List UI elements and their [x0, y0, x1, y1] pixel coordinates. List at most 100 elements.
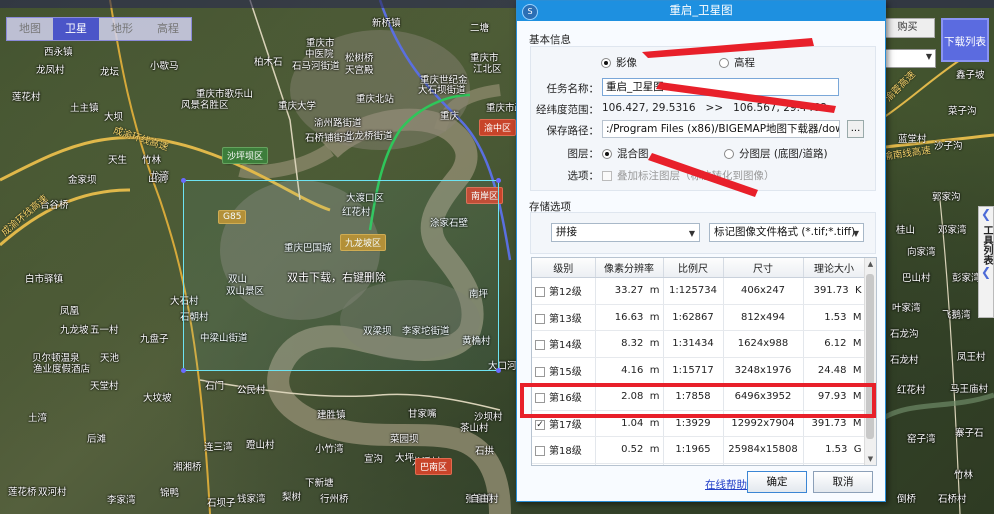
place-label: 向家湾 — [907, 247, 936, 258]
tool-list-label: 工具列表 — [981, 225, 992, 265]
table-scrollbar[interactable]: ▲ ▼ — [864, 258, 876, 465]
top-right-select[interactable] — [880, 49, 936, 68]
selection-handle-tr[interactable] — [496, 178, 501, 183]
level-label: 第14级 — [549, 340, 582, 352]
place-label: 石龙沟 — [890, 329, 919, 340]
scroll-up-icon[interactable]: ▲ — [865, 258, 876, 270]
task-name-input[interactable]: 重启_卫星图 — [602, 78, 839, 96]
place-label: 凤凰 — [60, 306, 80, 317]
map-type-map-button[interactable]: 地图 — [7, 18, 53, 40]
cancel-button[interactable]: 取消 — [813, 471, 873, 493]
resolution-cell: 0.52 m — [595, 436, 664, 464]
checkbox-checked-icon[interactable]: ✓ — [535, 419, 545, 430]
map-type-switcher: 地图 卫星 地形 高程 — [6, 17, 192, 41]
checkbox-unchecked-icon[interactable] — [535, 313, 545, 324]
place-label: 双河村 — [38, 487, 67, 498]
level-17-highlight-box — [520, 383, 876, 418]
purchase-button[interactable]: 购买 — [880, 18, 935, 38]
col-header-theory-size[interactable]: 理论大小 — [803, 258, 866, 278]
map-type-terrain-button[interactable]: 地形 — [99, 18, 145, 40]
overlay-labels-checkbox[interactable]: 叠加标注图层（标注转化到图像） — [602, 168, 775, 183]
place-label: 小歇马 — [150, 61, 179, 72]
layer-mixed-radio[interactable]: 混合图 — [602, 146, 649, 161]
level-cell[interactable]: 第12级 — [532, 277, 596, 305]
table-row[interactable]: 第15级 4.16 m 1:15717 3248x1976 24.48 M — [532, 357, 866, 384]
selection-handle-br[interactable] — [496, 368, 501, 373]
theory-size-cell: 6.12 M — [803, 330, 866, 358]
level-cell[interactable]: 第14级 — [532, 330, 596, 358]
table-row[interactable]: 第19级0.26 m1:98251968x316166.12 G — [532, 463, 866, 465]
level-cell[interactable]: 第19级 — [532, 463, 596, 465]
scroll-down-icon[interactable]: ▼ — [865, 453, 876, 465]
place-label: 石拱 — [475, 446, 495, 457]
col-header-resolution[interactable]: 像素分辨率 — [595, 258, 664, 278]
radio-unselected-icon — [719, 57, 729, 68]
place-label: 天宫殿 — [345, 65, 374, 76]
resolution-cell: 8.32 m — [595, 330, 664, 358]
place-label: 金家坝 — [68, 175, 97, 186]
place-label: 石门 — [205, 381, 225, 392]
selection-hint: 双击下载，右键删除 — [287, 271, 386, 284]
checkbox-unchecked-icon[interactable] — [535, 446, 545, 457]
map-type-satellite-button[interactable]: 卫星 — [53, 18, 99, 40]
resolution-unit: m — [649, 444, 660, 456]
place-label: 自由村 — [470, 494, 499, 505]
theory-size-cell: 6.12 G — [803, 463, 866, 465]
col-header-level[interactable]: 级别 — [532, 258, 596, 278]
place-label: 菜园坝 — [390, 434, 419, 445]
table-row[interactable]: 第12级 33.27 m 1:125734 406x247 391.73 K — [532, 277, 866, 305]
place-label: 竹林 — [954, 470, 974, 481]
table-row[interactable]: 第18级 0.52 m 1:1965 25984x15808 1.53 G — [532, 436, 866, 464]
place-label: 行州桥 — [320, 494, 349, 505]
level-cell[interactable]: 第15级 — [532, 357, 596, 384]
resolution-value: 1.04 — [621, 417, 644, 429]
level-cell[interactable]: 第18级 — [532, 436, 596, 464]
layer-split-label: 分图层 (底图/道路) — [739, 148, 828, 160]
table-row[interactable]: 第14级 8.32 m 1:31434 1624x988 6.12 M — [532, 330, 866, 358]
place-label: 钱家湾 — [237, 494, 266, 505]
zoom-level-rows: 第12级 33.27 m 1:125734 406x247 391.73 K 第13级 16… — [532, 277, 866, 465]
resolution-value: 16.63 — [614, 311, 644, 323]
theory-size-unit: M — [852, 311, 862, 323]
selection-handle-tl[interactable] — [181, 178, 186, 183]
online-help-link[interactable]: 在线帮助 — [705, 477, 747, 492]
checkbox-unchecked-icon[interactable] — [535, 340, 545, 351]
checkbox-unchecked-icon[interactable] — [535, 366, 545, 377]
type-image-label: 影像 — [616, 57, 637, 69]
place-label: 土湾 — [28, 413, 48, 424]
size-cell: 1624x988 — [723, 330, 804, 358]
save-path-input[interactable]: :/Program Files (x86)/BIGEMAP地图下载器/downl… — [602, 120, 840, 138]
place-label: 石桥村 — [938, 494, 967, 505]
theory-size-value: 24.48 — [817, 364, 847, 376]
extent-label: 经纬度范围： — [536, 104, 599, 116]
tool-list-tab[interactable]: ❮ 工具列表 ❮ — [978, 206, 994, 318]
selection-handle-bl[interactable] — [181, 368, 186, 373]
basic-info-heading: 基本信息 — [529, 34, 571, 46]
district-badge: 沙坪坝区 — [222, 147, 269, 164]
type-image-radio[interactable]: 影像 — [601, 55, 637, 70]
table-row[interactable]: 第13级 16.63 m 1:62867 812x494 1.53 M — [532, 304, 866, 331]
dialog-titlebar[interactable]: S 重启_卫星图 — [517, 1, 885, 21]
browse-button[interactable]: ... — [847, 120, 864, 138]
resolution-cell: 4.16 m — [595, 357, 664, 384]
level-cell[interactable]: 第13级 — [532, 304, 596, 331]
task-name-label: 任务名称： — [546, 83, 600, 95]
col-header-size[interactable]: 尺寸 — [723, 258, 804, 278]
place-label: 甘家嘴 — [408, 409, 437, 420]
map-type-elevation-button[interactable]: 高程 — [145, 18, 191, 40]
ok-button[interactable]: 确定 — [747, 471, 807, 493]
type-elevation-radio[interactable]: 高程 — [719, 55, 755, 70]
checkbox-unchecked-icon[interactable] — [535, 287, 545, 298]
layer-split-radio[interactable]: 分图层 (底图/道路) — [724, 146, 828, 161]
dialog-title: 重启_卫星图 — [669, 3, 733, 17]
storage-format-select[interactable]: 标记图像文件格式 (*.tif;*.tiff) — [709, 223, 864, 242]
resolution-value: 0.52 — [621, 444, 644, 456]
download-list-button[interactable]: 下载列表 — [941, 18, 989, 62]
place-label: 九龙坡 — [60, 325, 89, 336]
col-header-scale[interactable]: 比例尺 — [663, 258, 724, 278]
theory-size-value: 6.12 — [824, 338, 847, 350]
place-label: 石坝子 — [207, 498, 236, 509]
theory-size-unit: M — [852, 417, 862, 429]
level-label: 第17级 — [549, 419, 582, 431]
storage-mode-select[interactable]: 拼接 — [551, 223, 700, 242]
